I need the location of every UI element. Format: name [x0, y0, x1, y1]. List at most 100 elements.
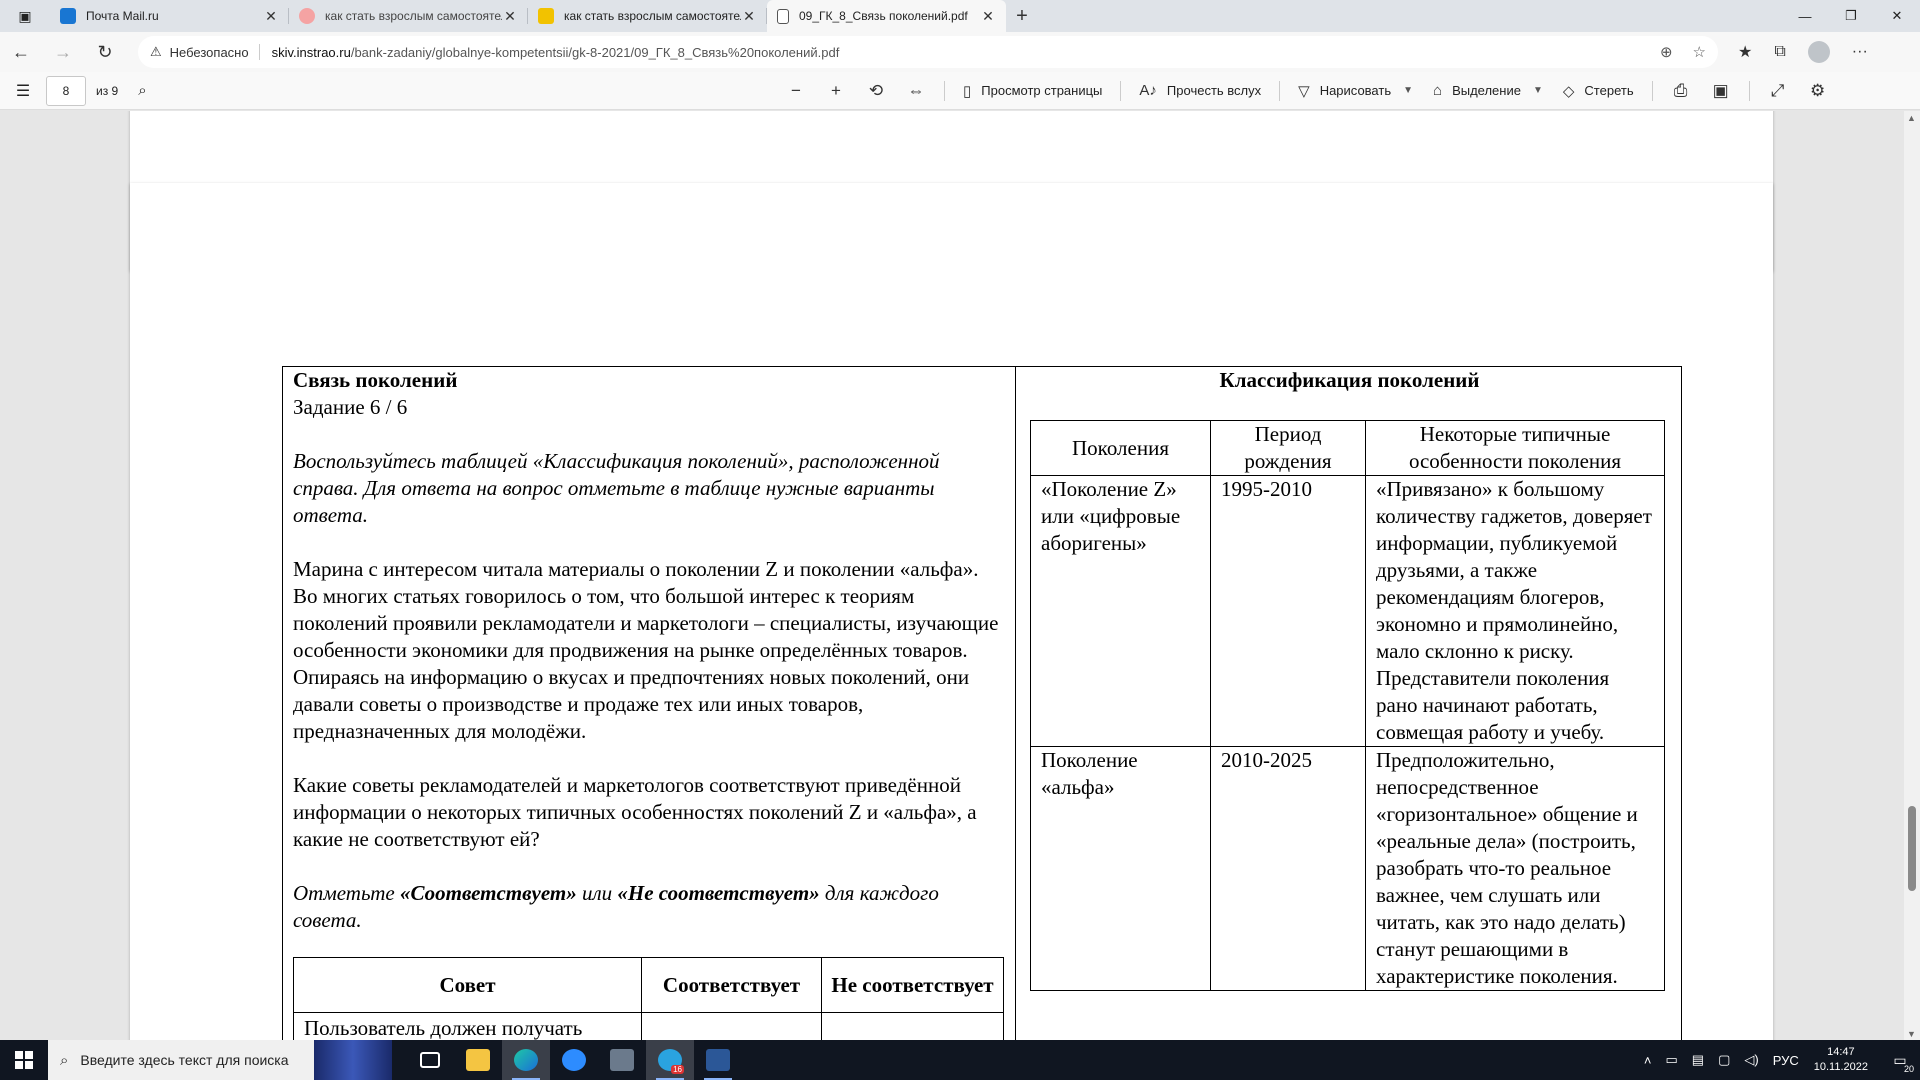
url-text[interactable]: skiv.instrao.ru/bank-zadaniy/globalnye-k…	[272, 45, 1660, 60]
col-header-advice: Совет	[293, 957, 642, 1013]
url-field[interactable]: ⚠ Небезопасно skiv.instrao.ru/bank-zadan…	[138, 36, 1718, 68]
refresh-icon[interactable]: ↻	[84, 32, 126, 72]
zoom-in-icon[interactable]: +	[816, 81, 856, 101]
pdf-viewer[interactable]: Связь поколений Задание 6 / 6 Воспользуй…	[0, 111, 1920, 1041]
notification-icon[interactable]: ▭ 20	[1880, 1040, 1920, 1080]
close-icon[interactable]: ✕	[263, 8, 279, 25]
period-cell: 2010-2025	[1210, 746, 1366, 991]
table-row: «Поколение Z» или «цифровые аборигены» 1…	[1030, 475, 1665, 747]
avatar[interactable]	[1807, 41, 1830, 63]
draw-button[interactable]: ▽ Нарисовать ▼	[1288, 72, 1423, 110]
print-icon[interactable]: ⎙	[1661, 81, 1701, 101]
tab-mail[interactable]: Почта Mail.ru ✕	[50, 0, 289, 32]
scroll-down-icon[interactable]: ▼	[1907, 1029, 1916, 1039]
url-actions: ⊕ ☆	[1660, 43, 1706, 61]
task-question: Какие советы рекламодателей и маркетолог…	[293, 773, 977, 851]
image-icon	[538, 8, 554, 24]
file-explorer-icon[interactable]	[454, 1040, 502, 1080]
close-icon[interactable]: ✕	[502, 8, 518, 25]
col-header-features: Некоторые типичные особенности поколения	[1365, 420, 1665, 476]
chevron-up-icon[interactable]: ˄	[1644, 1053, 1652, 1068]
task-frame: Связь поколений Задание 6 / 6 Воспользуй…	[282, 366, 1682, 1041]
task-mark-instruction: Отметьте «Соответствует» или «Не соответ…	[293, 880, 1008, 934]
monitor-icon[interactable]: ▢	[1718, 1052, 1730, 1068]
col-header-no: Не соответствует	[821, 957, 1004, 1013]
divider	[944, 80, 945, 101]
highlight-button[interactable]: ⌂ Выделение ▼	[1423, 72, 1553, 110]
telegram-icon[interactable]: 16	[646, 1040, 694, 1080]
save-icon[interactable]: ▣	[1701, 81, 1741, 101]
clock[interactable]: 14:47 10.11.2022	[1814, 1045, 1868, 1075]
camera-icon[interactable]	[598, 1040, 646, 1080]
minimize-icon[interactable]: —	[1782, 0, 1828, 32]
divider	[258, 44, 260, 60]
collections-icon[interactable]: ⧉	[1774, 43, 1785, 61]
features-cell: «Привязано» к большому количеству гаджет…	[1365, 475, 1665, 747]
tab-pdf[interactable]: 09_ГК_8_Связь поколений.pdf ✕	[767, 0, 1006, 32]
task-column: Связь поколений Задание 6 / 6 Воспользуй…	[293, 367, 1008, 961]
display-icon[interactable]: ▭	[1665, 1052, 1677, 1068]
start-button[interactable]	[0, 1040, 48, 1080]
divider	[1748, 80, 1750, 101]
close-icon[interactable]: ✕	[980, 8, 996, 25]
column-divider	[1015, 367, 1016, 1041]
volume-icon[interactable]: ◁)	[1744, 1052, 1758, 1068]
classification-table: Поколения Период рождения Некоторые типи…	[1030, 420, 1665, 991]
new-tab-button[interactable]: +	[1006, 0, 1038, 32]
view-page-label: Просмотр страницы	[981, 83, 1103, 98]
view-page-button[interactable]: ▯ Просмотр страницы	[953, 72, 1112, 110]
zoom-out-icon[interactable]: −	[776, 81, 816, 101]
scroll-thumb[interactable]	[1908, 806, 1916, 891]
mark-no: «Не соответствует»	[617, 881, 820, 905]
advice-text: Пользователь должен получать короткую ин…	[293, 1012, 642, 1041]
search-icon[interactable]: ⌕	[138, 82, 146, 99]
erase-button[interactable]: ◇ Стереть	[1553, 72, 1644, 110]
address-bar: ← → ↻ ⚠ Небезопасно skiv.instrao.ru/bank…	[0, 32, 1920, 72]
scrollbar[interactable]: ▲ ▼	[1904, 111, 1920, 1041]
tab-actions-icon[interactable]: ▣	[0, 0, 50, 32]
rotate-icon[interactable]: ⟲	[856, 81, 896, 101]
more-icon[interactable]: ···	[1852, 43, 1868, 61]
settings-icon[interactable]: ⚙	[1798, 81, 1838, 101]
security-label[interactable]: Небезопасно	[170, 45, 249, 60]
tab-yandex-2[interactable]: как стать взрослым самостоятельным ✕	[528, 0, 767, 32]
add-favorite-icon[interactable]: ☆	[1693, 43, 1706, 61]
fullscreen-icon[interactable]: ⤢	[1758, 81, 1798, 101]
forward-icon[interactable]: →	[42, 32, 84, 72]
tab-title: как стать взрослым самостоятельным	[325, 9, 502, 23]
chevron-down-icon[interactable]: ▼	[1403, 85, 1413, 96]
page-total: из 9	[96, 83, 119, 98]
highlight-label: Выделение	[1452, 83, 1521, 98]
table-row: Пользователь должен получать короткую ин…	[293, 1012, 1004, 1041]
warning-icon[interactable]: ⚠	[150, 44, 162, 60]
window-controls: — ❐ ✕	[1782, 0, 1920, 32]
back-icon[interactable]: ←	[0, 32, 42, 72]
task-view-icon[interactable]	[406, 1040, 454, 1080]
close-icon[interactable]: ✕	[741, 8, 757, 25]
zoom-app-icon[interactable]	[550, 1040, 598, 1080]
page-number-input[interactable]: 8	[46, 75, 86, 106]
zoom-icon[interactable]: ⊕	[1660, 43, 1673, 61]
system-tray: ˄ ▭ ▤ ▢ ◁) РУС 14:47 10.11.2022 ▭ 20	[1637, 1040, 1920, 1080]
scroll-up-icon[interactable]: ▲	[1907, 113, 1916, 123]
edge-icon[interactable]	[502, 1040, 550, 1080]
tab-title: как стать взрослым самостоятельным	[564, 9, 741, 23]
word-icon[interactable]	[694, 1040, 742, 1080]
yandex-icon	[299, 8, 315, 24]
taskbar-search[interactable]: ⌕ Введите здесь текст для поиска	[48, 1040, 392, 1080]
browser-actions: ★ ⧉ ···	[1738, 41, 1868, 63]
read-aloud-button[interactable]: A♪ Прочесть вслух	[1129, 72, 1271, 110]
tab-yandex-1[interactable]: как стать взрослым самостоятельным ✕	[289, 0, 528, 32]
answer-no-cell	[821, 1012, 1004, 1041]
restore-icon[interactable]: ❐	[1828, 0, 1874, 32]
language-indicator[interactable]: РУС	[1773, 1053, 1799, 1068]
network-icon[interactable]: ▤	[1692, 1052, 1704, 1068]
favorites-icon[interactable]: ★	[1738, 42, 1752, 62]
divider	[1651, 80, 1653, 101]
fit-page-icon[interactable]: ⇔	[896, 81, 936, 101]
page-view-icon: ▯	[963, 82, 972, 100]
contents-icon[interactable]: ☰	[0, 81, 46, 101]
chevron-down-icon[interactable]: ▼	[1533, 85, 1543, 96]
close-window-icon[interactable]: ✕	[1874, 0, 1920, 32]
features-cell: Предположительно, непосредственное «гори…	[1365, 746, 1665, 991]
